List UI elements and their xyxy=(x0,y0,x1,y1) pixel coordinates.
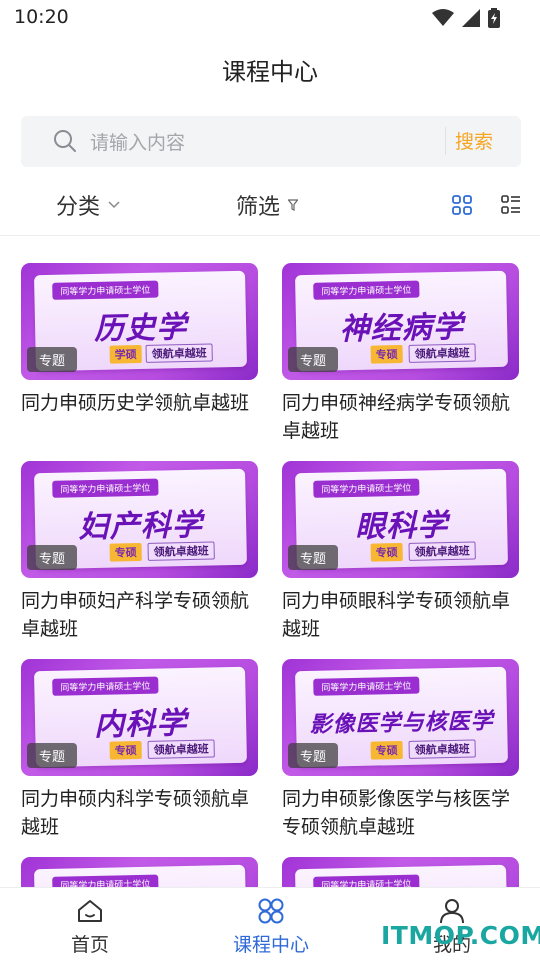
banner-subject: 历史学 xyxy=(93,310,188,347)
topic-tag: 专题 xyxy=(288,545,339,570)
category-label: 分类 xyxy=(56,195,101,220)
course-card[interactable]: 同等学力申请硕士学位 妇产科学 专硕 领航卓越班 专题 同力申硕妇产科学专硕领航… xyxy=(21,461,259,643)
banner-class-name: 领航卓越班 xyxy=(408,541,476,561)
grid-view-icon[interactable] xyxy=(452,195,472,215)
course-title: 同力申硕神经病学专硕领航卓越班 xyxy=(282,392,511,442)
course-card[interactable]: 同等学力申请硕士学位 神经病学 专硕 领航卓越班 专题 同力申硕神经病学专硕领航… xyxy=(282,263,520,445)
banner-top-text: 同等学力申请硕士学位 xyxy=(52,676,159,696)
filter-bar: 分类 筛选 xyxy=(0,176,540,236)
topic-tag: 专题 xyxy=(288,743,339,768)
course-card[interactable]: 同等学力申请硕士学位 影像医学与核医学 专硕 领航卓越班 专题 同力申硕影像医学… xyxy=(282,659,520,841)
topic-tag: 专题 xyxy=(288,347,339,372)
topic-tag: 专题 xyxy=(27,545,78,570)
search-input[interactable]: 请输入内容 xyxy=(90,128,185,155)
course-card[interactable]: 同等学力申请硕士学位 历史学 学硕 领航卓越班 专题 同力申硕历史学领航卓越班 xyxy=(21,263,259,417)
banner-badge: 专硕 xyxy=(370,740,403,760)
list-view-icon[interactable] xyxy=(501,195,521,215)
banner-badge: 专硕 xyxy=(370,344,403,364)
course-title: 同力申硕内科学专硕领航卓越班 xyxy=(21,788,250,838)
chevron-down-icon xyxy=(108,201,120,209)
course-center-icon xyxy=(258,898,284,924)
banner-badge: 专硕 xyxy=(109,740,142,760)
wifi-icon xyxy=(432,9,454,26)
banner-class-name: 领航卓越班 xyxy=(408,343,476,363)
status-icons xyxy=(432,8,500,28)
home-icon xyxy=(78,900,102,922)
banner-class-name: 领航卓越班 xyxy=(408,739,476,759)
battery-icon xyxy=(488,8,500,28)
course-thumbnail: 同等学力申请硕士学位 妇产科学 专硕 领航卓越班 专题 xyxy=(21,461,258,578)
search-bar[interactable]: 请输入内容 搜索 xyxy=(21,116,521,167)
filter-label: 筛选 xyxy=(236,195,281,220)
banner-top-text: 同等学力申请硕士学位 xyxy=(52,478,159,498)
course-title: 同力申硕眼科学专硕领航卓越班 xyxy=(282,590,511,640)
page-title: 课程中心 xyxy=(222,58,318,86)
banner-top-text: 同等学力申请硕士学位 xyxy=(52,280,159,300)
course-thumbnail: 同等学力申请硕士学位 眼科学 专硕 领航卓越班 专题 xyxy=(282,461,519,578)
course-thumbnail: 同等学力申请硕士学位 影像医学与核医学 专硕 领航卓越班 专题 xyxy=(282,659,519,776)
search-divider xyxy=(445,127,446,155)
banner-top-text: 同等学力申请硕士学位 xyxy=(313,478,420,498)
banner-subject: 眼科学 xyxy=(354,508,449,545)
tab-home[interactable]: 首页 xyxy=(30,898,150,957)
category-dropdown[interactable]: 分类 xyxy=(56,189,120,221)
banner-subject: 内科学 xyxy=(93,706,188,743)
course-title: 同力申硕妇产科学专硕领航卓越班 xyxy=(21,590,250,640)
status-time: 10:20 xyxy=(14,6,69,28)
banner-badge: 专硕 xyxy=(109,542,142,562)
tab-home-label: 首页 xyxy=(70,934,109,956)
banner-top-text: 同等学力申请硕士学位 xyxy=(313,280,420,300)
tab-course-center-label: 课程中心 xyxy=(232,934,309,956)
course-card[interactable]: 同等学力申请硕士学位 眼科学 专硕 领航卓越班 专题 同力申硕眼科学专硕领航卓越… xyxy=(282,461,520,643)
filter-dropdown[interactable]: 筛选 xyxy=(236,189,299,221)
status-bar: 10:20 xyxy=(0,0,540,36)
banner-badge: 专硕 xyxy=(370,542,403,562)
course-thumbnail: 同等学力申请硕士学位 历史学 学硕 领航卓越班 专题 xyxy=(21,263,258,380)
banner-badge: 学硕 xyxy=(109,344,142,364)
tab-course-center[interactable]: 课程中心 xyxy=(211,898,331,957)
topic-tag: 专题 xyxy=(27,347,78,372)
course-card[interactable]: 同等学力申请硕士学位 内科学 专硕 领航卓越班 专题 同力申硕内科学专硕领航卓越… xyxy=(21,659,259,841)
course-thumbnail: 同等学力申请硕士学位 内科学 专硕 领航卓越班 专题 xyxy=(21,659,258,776)
banner-subject: 影像医学与核医学 xyxy=(309,709,494,738)
course-title: 同力申硕影像医学与核医学专硕领航卓越班 xyxy=(282,788,511,838)
banner-top-text: 同等学力申请硕士学位 xyxy=(313,676,420,696)
search-button[interactable]: 搜索 xyxy=(455,127,493,154)
course-title: 同力申硕历史学领航卓越班 xyxy=(21,392,250,414)
banner-class-name: 领航卓越班 xyxy=(147,739,215,759)
banner-subject: 妇产科学 xyxy=(78,507,204,546)
filter-funnel-icon xyxy=(288,199,299,211)
banner-class-name: 领航卓越班 xyxy=(147,541,215,561)
watermark: ITMOP.COM xyxy=(381,921,540,950)
banner-class-name: 领航卓越班 xyxy=(145,343,213,363)
banner-subject: 神经病学 xyxy=(339,309,465,348)
course-thumbnail: 同等学力申请硕士学位 神经病学 专硕 领航卓越班 专题 xyxy=(282,263,519,380)
search-icon xyxy=(54,130,76,152)
signal-icon xyxy=(462,9,480,27)
topic-tag: 专题 xyxy=(27,743,78,768)
